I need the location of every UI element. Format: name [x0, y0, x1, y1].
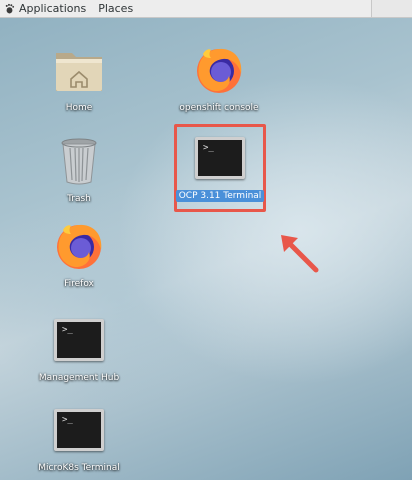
- top-panel-edge: [371, 0, 412, 17]
- desktop-icon-ocp-terminal[interactable]: >_ OCP 3.11 Terminal: [165, 130, 275, 202]
- desktop-icon-label: Firefox: [64, 279, 94, 289]
- desktop-icon-management-hub[interactable]: >_ Management Hub: [24, 312, 134, 384]
- terminal-icon: >_: [51, 402, 107, 458]
- terminal-prompt: >_: [62, 325, 73, 335]
- desktop-icon-label: openshift console: [179, 103, 259, 113]
- desktop-icon-label: MicroK8s Terminal: [38, 463, 120, 473]
- terminal-icon: >_: [192, 130, 248, 186]
- desktop-icon-label: Trash: [67, 194, 91, 204]
- applications-menu[interactable]: Applications: [0, 0, 94, 17]
- terminal-icon: >_: [51, 312, 107, 368]
- desktop-icon-label: Management Hub: [38, 373, 120, 383]
- desktop-icon-label: OCP 3.11 Terminal: [175, 190, 265, 202]
- places-label: Places: [98, 2, 134, 15]
- home-folder-icon: [51, 42, 107, 98]
- desktop-icon-trash[interactable]: Trash: [24, 133, 134, 205]
- annotation-arrow-icon: [281, 235, 319, 273]
- trash-icon: [51, 133, 107, 189]
- desktop-icon-microk8s-terminal[interactable]: >_ MicroK8s Terminal: [24, 402, 134, 474]
- top-panel: Applications Places: [0, 0, 412, 18]
- gnome-foot-icon: [5, 3, 15, 14]
- terminal-prompt: >_: [203, 143, 214, 153]
- firefox-icon: [191, 42, 247, 98]
- applications-label: Applications: [19, 2, 87, 15]
- desktop-icon-openshift-console[interactable]: openshift console: [164, 42, 274, 114]
- desktop-icon-firefox[interactable]: Firefox: [24, 218, 134, 290]
- terminal-prompt: >_: [62, 415, 73, 425]
- desktop-icon-home[interactable]: Home: [24, 42, 134, 114]
- firefox-icon: [51, 218, 107, 274]
- places-menu[interactable]: Places: [94, 0, 141, 17]
- desktop-icon-label: Home: [65, 103, 93, 113]
